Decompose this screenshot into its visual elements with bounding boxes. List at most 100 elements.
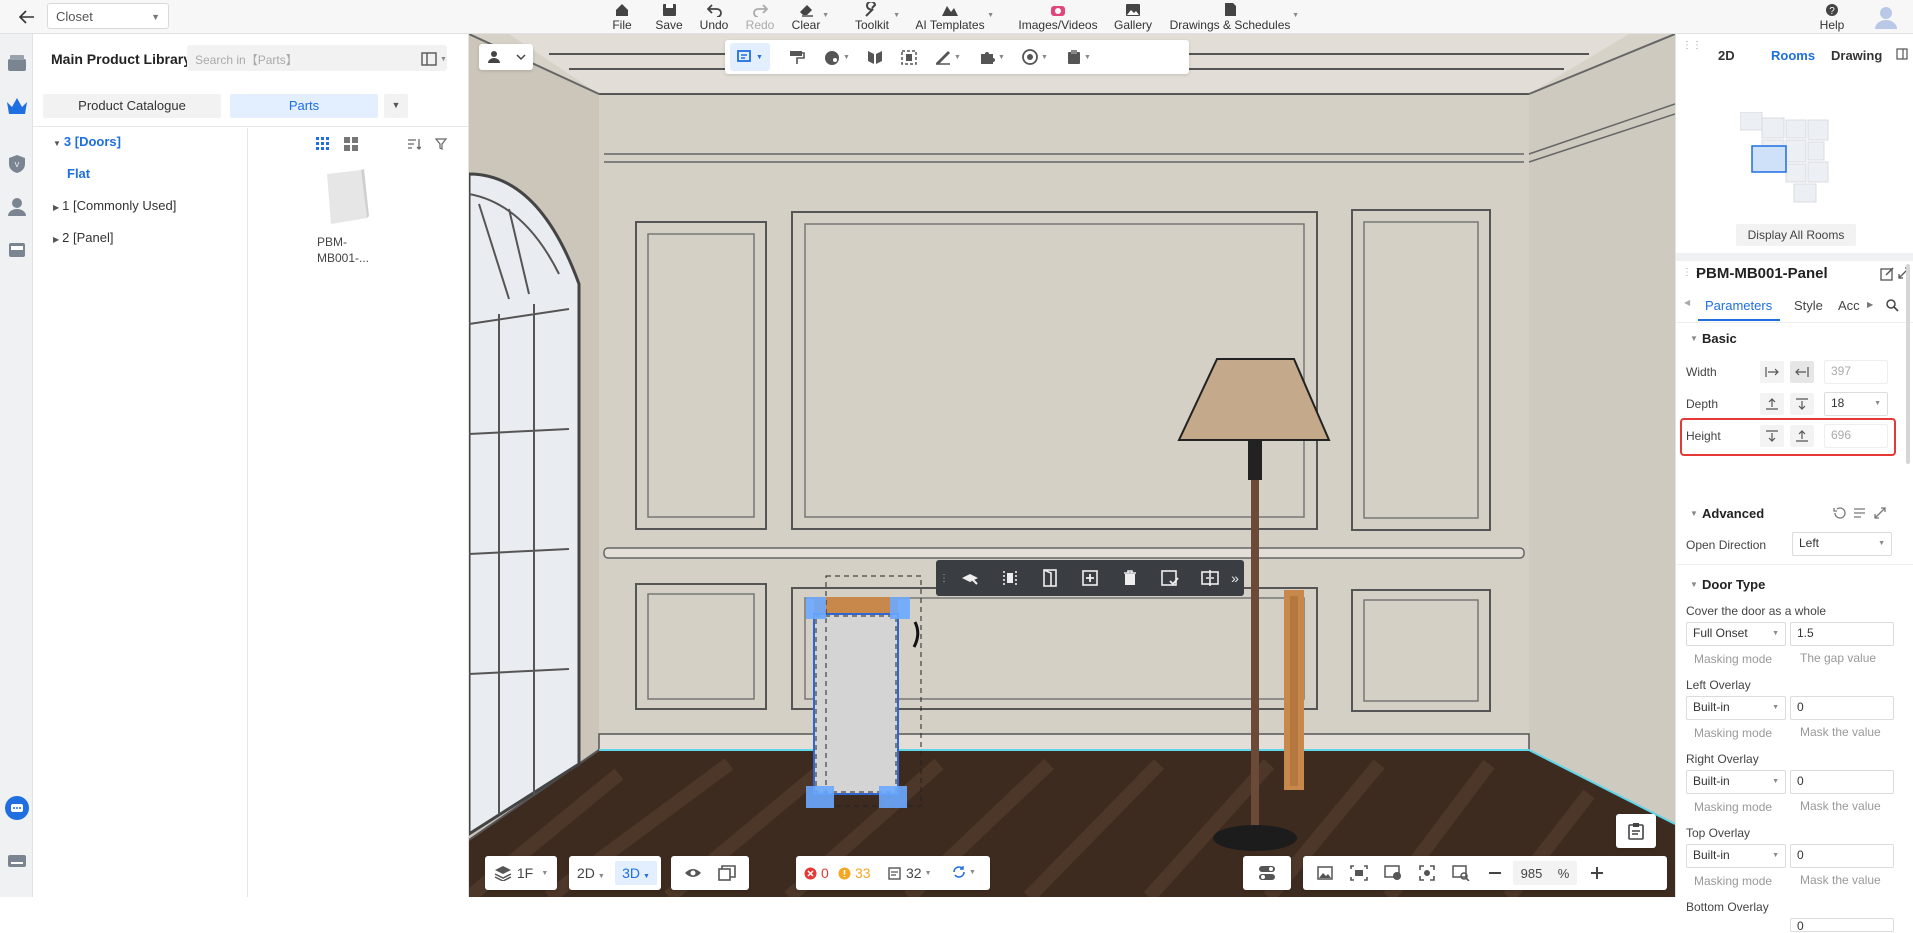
right-overlay-input[interactable]: 0	[1790, 770, 1894, 794]
more-actions-button[interactable]: »	[1228, 560, 1242, 596]
product-card[interactable]: PBM- MB001-...	[315, 166, 415, 316]
tab-style[interactable]: Style	[1794, 298, 1823, 313]
library-search-input[interactable]: Search in【Parts】	[187, 45, 447, 71]
collapse-door-type-icon[interactable]: ▼	[1690, 580, 1698, 589]
layout-toggle-button[interactable]: ▼	[421, 48, 451, 70]
help-button[interactable]: ? Help	[1817, 0, 1847, 34]
view-settings-button[interactable]	[1381, 856, 1405, 890]
drag-handle-icon[interactable]: ⋮	[939, 560, 949, 596]
mode-3d-button[interactable]: 3D ▼	[615, 861, 657, 885]
tab-accessories[interactable]: Acc	[1838, 298, 1860, 313]
tab-more-button[interactable]: ▼	[384, 94, 408, 118]
depth-anchor-back-button[interactable]	[1790, 393, 1814, 415]
gallery-button[interactable]: Gallery	[1113, 0, 1153, 34]
check-button[interactable]	[1158, 560, 1182, 596]
clipboard-tool-button[interactable]: ▼	[1062, 40, 1096, 74]
camera-mode-button[interactable]	[479, 44, 533, 70]
rail-keyboard-button[interactable]	[4, 848, 30, 874]
back-button[interactable]	[12, 5, 42, 29]
rail-user-button[interactable]	[4, 194, 30, 220]
zoom-out-button[interactable]	[1483, 856, 1507, 890]
width-anchor-right-button[interactable]	[1790, 361, 1814, 383]
sync-button[interactable]: ▼	[952, 865, 976, 879]
view-mode-tool-button[interactable]: ▼	[1018, 40, 1052, 74]
drag-handle-icon[interactable]: ⋮⋮	[1682, 40, 1702, 51]
collapse-basic-icon[interactable]: ▼	[1690, 334, 1698, 343]
width-input[interactable]: 397	[1824, 360, 1888, 384]
undo-button[interactable]: Undo	[699, 0, 729, 34]
rail-vip-button[interactable]: V	[4, 151, 30, 177]
screenshot-button[interactable]	[1313, 856, 1337, 890]
left-overlay-input[interactable]: 0	[1790, 696, 1894, 720]
save-button[interactable]: Save	[655, 0, 683, 34]
tab-parts[interactable]: Parts	[230, 94, 378, 118]
clear-menu[interactable]: Clear ▼	[792, 0, 829, 34]
tab-product-catalogue[interactable]: Product Catalogue	[43, 94, 221, 118]
plugin-tool-button[interactable]: ▼	[975, 40, 1009, 74]
tree-item-doors[interactable]: ▼ 3 [Doors]	[53, 134, 121, 149]
settings-toggle-button[interactable]	[1243, 856, 1291, 890]
search-button[interactable]	[1886, 299, 1899, 312]
edit-button[interactable]	[1880, 267, 1894, 281]
tree-item-commonly-used[interactable]: ▶ 1 [Commonly Used]	[53, 198, 176, 213]
collapse-advanced-icon[interactable]: ▼	[1690, 509, 1698, 518]
redo-button[interactable]: Redo	[745, 0, 775, 34]
focus-button[interactable]	[1415, 856, 1439, 890]
room-minimap[interactable]	[1740, 112, 1844, 210]
user-avatar[interactable]	[1873, 4, 1899, 30]
door-button[interactable]	[1038, 560, 1062, 596]
tab-parameters[interactable]: Parameters	[1705, 298, 1772, 313]
visibility-button[interactable]	[681, 856, 705, 890]
3d-viewport[interactable]: ▼ ▼ ▼ ▼ ▼ ▼ ⋮ » 1F▼ 2D▼ 3D▼ 0 33 32▼	[469, 34, 1675, 897]
tab-drawing[interactable]: Drawing	[1831, 48, 1882, 63]
group-tool-button[interactable]	[899, 40, 919, 74]
file-menu[interactable]: File	[609, 0, 635, 34]
grid-large-view-button[interactable]	[344, 137, 358, 151]
zoom-in-button[interactable]	[1585, 856, 1609, 890]
material-tool-button[interactable]: ▼	[822, 40, 852, 74]
list-options-button[interactable]	[1853, 507, 1866, 519]
collapse-minimap-button[interactable]	[1896, 48, 1908, 60]
errors-indicator[interactable]: 0	[804, 865, 829, 881]
project-select[interactable]: Closet ▼	[47, 3, 169, 29]
tree-item-panel[interactable]: ▶ 2 [Panel]	[53, 230, 113, 245]
width-anchor-left-button[interactable]	[1760, 361, 1784, 383]
grid-small-view-button[interactable]	[316, 137, 330, 151]
bottom-overlay-input[interactable]: 0	[1790, 918, 1894, 933]
mode-2d-button[interactable]: 2D ▼	[577, 861, 613, 885]
filter-button[interactable]	[435, 138, 449, 150]
sort-button[interactable]	[407, 138, 421, 150]
zoom-region-button[interactable]	[1449, 856, 1473, 890]
panel-scrollbar[interactable]	[1906, 264, 1910, 464]
paint-tool-button[interactable]	[787, 40, 807, 74]
tree-item-flat[interactable]: Flat	[67, 166, 90, 181]
items-indicator[interactable]: 32 ▼	[888, 865, 932, 881]
fit-view-button[interactable]	[1347, 856, 1371, 890]
rail-store-button[interactable]	[4, 237, 30, 263]
delete-button[interactable]	[1118, 560, 1142, 596]
replace-material-button[interactable]	[958, 560, 982, 596]
rail-chat-button[interactable]	[4, 795, 30, 821]
depth-anchor-front-button[interactable]	[1760, 393, 1784, 415]
depth-select[interactable]: 18 ▼	[1824, 392, 1888, 416]
measure-tool-button[interactable]: ▼	[931, 40, 965, 74]
select-tool-button[interactable]: ▼	[730, 43, 770, 71]
align-button[interactable]	[998, 560, 1022, 596]
rail-catalog-button[interactable]	[4, 50, 30, 76]
layers-toggle-button[interactable]	[715, 856, 739, 890]
expand-advanced-button[interactable]	[1874, 507, 1886, 519]
display-all-rooms-button[interactable]: Display All Rooms	[1736, 224, 1856, 246]
cover-mode-select[interactable]: Full Onset ▼	[1686, 622, 1786, 646]
top-overlay-input[interactable]: 0	[1790, 844, 1894, 868]
reset-button[interactable]	[1833, 507, 1846, 519]
floor-selector[interactable]: 1F ▼	[485, 856, 557, 890]
right-overlay-mode-select[interactable]: Built-in ▼	[1686, 770, 1786, 794]
drawings-schedules-menu[interactable]: Drawings & Schedules ▼	[1170, 0, 1299, 34]
cover-gap-input[interactable]: 1.5	[1790, 622, 1894, 646]
open-direction-select[interactable]: Left ▼	[1792, 532, 1892, 556]
left-overlay-mode-select[interactable]: Built-in ▼	[1686, 696, 1786, 720]
top-overlay-mode-select[interactable]: Built-in ▼	[1686, 844, 1786, 868]
tab-2d[interactable]: 2D	[1718, 48, 1735, 63]
mirror-tool-button[interactable]	[865, 40, 885, 74]
tabs-scroll-left-icon[interactable]: ◀	[1684, 298, 1690, 307]
